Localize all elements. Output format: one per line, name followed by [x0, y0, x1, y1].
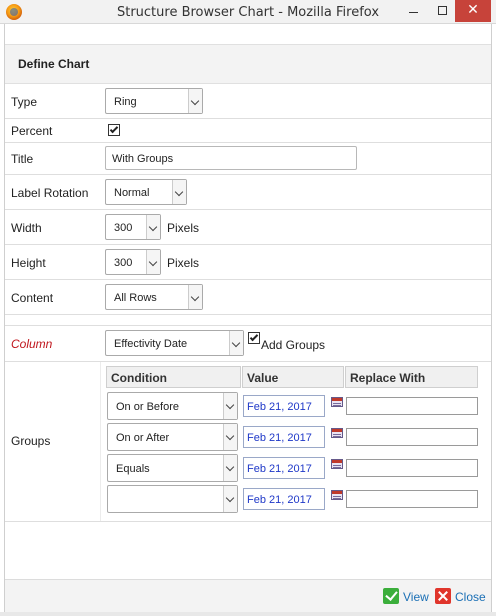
value-header: Value [242, 366, 344, 388]
group-replace-input-1[interactable] [346, 397, 478, 415]
groups-label: Groups [11, 434, 51, 448]
chevron-down-icon [146, 250, 160, 274]
chart-dialog: Define Chart Type Ring Percent Title Wit… [4, 24, 492, 612]
column-label: Column [11, 337, 53, 351]
group-date-input-2[interactable]: Feb 21, 2017 [243, 426, 325, 448]
calendar-icon[interactable] [331, 428, 343, 438]
maximize-icon [438, 6, 447, 15]
condition-header: Condition [106, 366, 241, 388]
group-condition-select-4[interactable] [107, 485, 238, 513]
groups-row: Groups Condition Value Replace With On o… [5, 362, 491, 522]
checkmark-icon [249, 332, 259, 342]
dialog-footer: View Close [5, 579, 491, 612]
group-condition-value: On or After [116, 432, 170, 444]
chevron-down-icon [223, 424, 237, 450]
chevron-down-icon [229, 331, 243, 355]
group-date-input-1[interactable]: Feb 21, 2017 [243, 395, 325, 417]
height-value: 300 [114, 257, 133, 269]
group-condition-value: Equals [116, 463, 150, 475]
group-date-input-3[interactable]: Feb 21, 2017 [243, 457, 325, 479]
width-unit: Pixels [167, 221, 200, 235]
spacer-row [5, 315, 491, 326]
group-replace-input-2[interactable] [346, 428, 478, 446]
width-row: Width 300 Pixels [5, 210, 491, 245]
width-select[interactable]: 300 [105, 214, 161, 240]
content-row: Content All Rows [5, 280, 491, 315]
title-row: Title With Groups [5, 143, 491, 175]
minimize-icon [409, 12, 418, 13]
type-select[interactable]: Ring [105, 88, 203, 114]
group-replace-input-3[interactable] [346, 459, 478, 477]
percent-row: Percent [5, 119, 491, 143]
chevron-down-icon [188, 89, 202, 113]
width-value: 300 [114, 222, 133, 234]
percent-label: Percent [11, 124, 53, 138]
label-rotation-select[interactable]: Normal [105, 179, 187, 205]
content-select[interactable]: All Rows [105, 284, 203, 310]
section-title: Define Chart [18, 57, 90, 71]
column-row: Column Effectivity Date Add Groups [5, 326, 491, 362]
calendar-icon[interactable] [331, 459, 343, 469]
label-rotation-value: Normal [114, 187, 150, 199]
type-value: Ring [114, 96, 137, 108]
close-icon: ✕ [467, 2, 479, 18]
groups-divider [100, 362, 101, 521]
view-label: View [403, 590, 429, 604]
group-condition-value: On or Before [116, 401, 179, 413]
minimize-button[interactable] [398, 0, 428, 22]
type-label: Type [11, 95, 38, 109]
height-unit: Pixels [167, 256, 200, 270]
group-condition-select-3[interactable]: Equals [107, 454, 238, 482]
column-select[interactable]: Effectivity Date [105, 330, 244, 356]
close-label: Close [455, 590, 486, 604]
title-label: Title [11, 152, 34, 166]
height-row: Height 300 Pixels [5, 245, 491, 280]
add-groups-checkbox[interactable] [248, 332, 260, 344]
chevron-down-icon [223, 455, 237, 481]
chevron-down-icon [146, 215, 160, 239]
maximize-button[interactable] [428, 0, 458, 22]
width-label: Width [11, 221, 42, 235]
chevron-down-icon [223, 393, 237, 419]
calendar-icon[interactable] [331, 490, 343, 500]
group-date-input-4[interactable]: Feb 21, 2017 [243, 488, 325, 510]
chevron-down-icon [188, 285, 202, 309]
height-label: Height [11, 256, 46, 270]
label-rotation-label: Label Rotation [11, 186, 89, 200]
type-row: Type Ring [5, 84, 491, 119]
title-value: With Groups [112, 153, 174, 165]
group-replace-input-4[interactable] [346, 490, 478, 508]
label-rotation-row: Label Rotation Normal [5, 175, 491, 210]
close-x-icon [435, 588, 451, 604]
checkmark-icon [109, 124, 119, 134]
group-condition-select-2[interactable]: On or After [107, 423, 238, 451]
section-header: Define Chart [5, 44, 491, 84]
calendar-icon[interactable] [331, 397, 343, 407]
close-window-button[interactable]: ✕ [455, 0, 491, 22]
height-select[interactable]: 300 [105, 249, 161, 275]
chevron-down-icon [172, 180, 186, 204]
add-groups-label: Add Groups [261, 338, 326, 352]
percent-checkbox[interactable] [108, 124, 120, 136]
check-icon [383, 588, 399, 604]
window-bottom-border [0, 612, 496, 616]
replace-with-header: Replace With [345, 366, 478, 388]
content-label: Content [11, 291, 54, 305]
window-titlebar: Structure Browser Chart - Mozilla Firefo… [0, 0, 496, 24]
content-value: All Rows [114, 292, 157, 304]
group-condition-select-1[interactable]: On or Before [107, 392, 238, 420]
column-value: Effectivity Date [114, 338, 188, 350]
chevron-down-icon [223, 486, 237, 512]
title-input[interactable]: With Groups [105, 146, 357, 170]
